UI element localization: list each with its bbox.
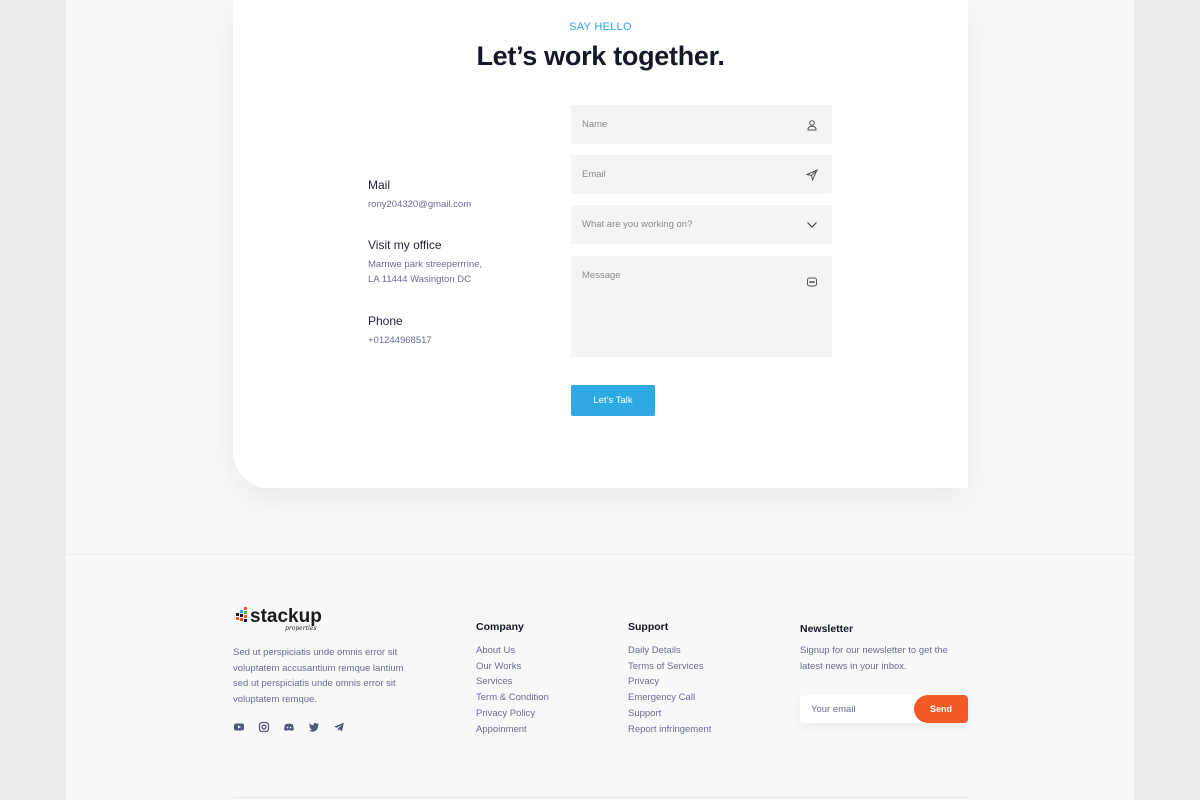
newsletter-send-button[interactable]: Send	[914, 695, 968, 723]
support-title: Support	[628, 621, 669, 633]
section-eyebrow: SAY HELLO	[569, 21, 632, 33]
footer-divider	[66, 554, 1134, 555]
contact-info-mail: Mail rony204320@gmail.com	[368, 178, 471, 212]
page-background: SAY HELLO Let’s work together. Mail rony…	[66, 0, 1134, 800]
newsletter-title: Newsletter	[800, 623, 854, 635]
twitter-icon[interactable]	[308, 720, 320, 732]
social-links	[233, 720, 345, 733]
message-field	[571, 256, 832, 357]
contact-info-title: Visit my office	[368, 238, 442, 252]
email-input[interactable]	[571, 155, 832, 194]
company-links: About Us Our Works Services Term & Condi…	[476, 643, 549, 737]
user-icon	[807, 119, 817, 130]
phone-number[interactable]: +01244968517	[368, 333, 432, 348]
name-input[interactable]	[571, 105, 832, 144]
footer-bottom-divider	[233, 797, 968, 798]
office-address-line: LA 11444 Wasington DC	[368, 274, 471, 285]
logo-mark: stackup properties	[236, 606, 322, 632]
footer-newsletter-column: Newsletter Signup for our newsletter to …	[800, 623, 970, 674]
footer-link-privacy-policy[interactable]: Privacy Policy	[476, 706, 549, 722]
youtube-icon[interactable]	[233, 720, 245, 732]
contact-info-title: Mail	[368, 178, 391, 192]
topic-select[interactable]	[571, 205, 832, 244]
message-icon	[807, 277, 817, 287]
footer-description: Sed ut perspiciatis unde omnis error sit…	[233, 647, 404, 706]
lets-talk-button[interactable]: Let’s Talk	[571, 385, 655, 416]
contact-card: SAY HELLO Let’s work together. Mail rony…	[233, 0, 968, 488]
newsletter-email-input[interactable]	[800, 695, 912, 723]
logo-text-main: stackup	[250, 606, 322, 627]
footer-link-privacy[interactable]: Privacy	[628, 674, 711, 690]
stackup-logo[interactable]: stackup properties	[233, 603, 343, 633]
contact-info-title: Phone	[368, 314, 403, 328]
contact-info-text: Marnwe park streeperrrine, LA 11444 Wasi…	[368, 257, 482, 287]
contact-info-text: rony204320@gmail.com	[368, 197, 471, 212]
footer-link-terms-of-services[interactable]: Terms of Services	[628, 659, 711, 675]
name-field	[571, 105, 832, 144]
topic-input[interactable]	[571, 205, 832, 244]
contact-info-office: Visit my office Marnwe park streeperrrin…	[368, 238, 482, 287]
company-title: Company	[476, 621, 524, 633]
contact-info-phone: Phone +01244968517	[368, 314, 432, 348]
footer-link-report-infringement[interactable]: Report infringement	[628, 722, 711, 738]
instagram-icon[interactable]	[258, 720, 270, 733]
support-links: Daily Details Terms of Services Privacy …	[628, 643, 711, 737]
footer-link-our-works[interactable]: Our Works	[476, 659, 549, 675]
section-headline: Let’s work together.	[476, 41, 725, 71]
office-address-line: Marnwe park streeperrrine,	[368, 259, 483, 270]
mail-address[interactable]: rony204320@gmail.com	[368, 197, 471, 212]
contact-info-text: +01244968517	[368, 333, 432, 348]
message-textarea[interactable]	[571, 256, 832, 357]
footer-link-support[interactable]: Support	[628, 706, 711, 722]
telegram-icon[interactable]	[333, 720, 345, 732]
newsletter-text: Signup for our newsletter to get the lat…	[800, 645, 948, 672]
discord-icon[interactable]	[283, 720, 295, 732]
footer-link-appointment[interactable]: Appoinment	[476, 722, 549, 738]
footer-company-column: Company About Us Our Works Services Term…	[476, 621, 549, 737]
footer-link-emergency-call[interactable]: Emergency Call	[628, 690, 711, 706]
logo-text-sub: properties	[285, 625, 317, 632]
email-field	[571, 155, 832, 194]
footer-link-services[interactable]: Services	[476, 674, 549, 690]
chevron-down-icon[interactable]	[806, 219, 818, 231]
newsletter-form: Send	[800, 695, 968, 723]
footer-support-column: Support Daily Details Terms of Services …	[628, 621, 711, 737]
send-icon	[806, 168, 818, 181]
footer-link-about-us[interactable]: About Us	[476, 643, 549, 659]
footer-link-term-condition[interactable]: Term & Condition	[476, 690, 549, 706]
footer-link-daily-details[interactable]: Daily Details	[628, 643, 711, 659]
